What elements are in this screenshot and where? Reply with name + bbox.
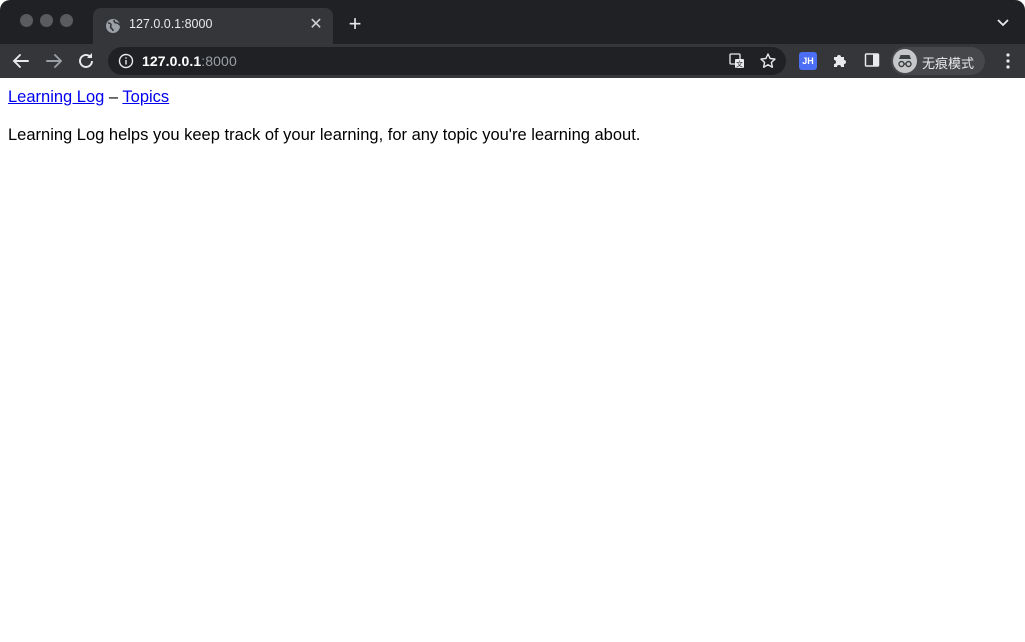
address-url: 127.0.0.1:8000 xyxy=(142,53,237,69)
translate-icon[interactable]: 文 xyxy=(728,52,746,70)
nav-separator: – xyxy=(104,88,123,106)
incognito-label: 无痕模式 xyxy=(922,57,975,72)
minimize-window-button[interactable] xyxy=(40,14,53,27)
browser-tab[interactable]: 127.0.0.1:8000 ✕ xyxy=(93,8,333,44)
globe-icon xyxy=(105,18,121,34)
tab-close-icon[interactable]: ✕ xyxy=(307,16,325,34)
incognito-icon xyxy=(893,49,917,73)
site-nav: Learning Log – Topics xyxy=(8,88,169,107)
new-tab-button[interactable]: + xyxy=(343,12,367,36)
tab-search-chevron-icon[interactable] xyxy=(995,14,1011,30)
page-description: Learning Log helps you keep track of you… xyxy=(8,126,641,144)
extensions-puzzle-icon[interactable] xyxy=(831,51,849,69)
topics-link[interactable]: Topics xyxy=(122,88,169,106)
page-content: Learning Log – Topics Learning Log helps… xyxy=(0,78,1025,642)
bookmark-star-icon[interactable] xyxy=(759,52,777,70)
home-link[interactable]: Learning Log xyxy=(8,88,104,106)
reload-icon[interactable] xyxy=(75,50,97,72)
svg-text:文: 文 xyxy=(736,60,743,69)
more-menu-icon[interactable] xyxy=(1005,52,1011,70)
site-info-icon[interactable] xyxy=(118,53,134,69)
close-window-button[interactable] xyxy=(20,14,33,27)
side-panel-icon[interactable] xyxy=(863,51,881,69)
browser-tabstrip: 127.0.0.1:8000 ✕ + xyxy=(0,0,1025,44)
address-port: :8000 xyxy=(201,53,237,69)
address-bar[interactable]: 127.0.0.1:8000 文 xyxy=(108,47,786,75)
browser-toolbar: 127.0.0.1:8000 文 JH 无痕模式 xyxy=(0,44,1025,78)
forward-arrow-icon[interactable] xyxy=(43,50,65,72)
maximize-window-button[interactable] xyxy=(60,14,73,27)
address-host: 127.0.0.1 xyxy=(142,53,202,69)
jh-extension-icon[interactable]: JH xyxy=(799,52,817,70)
tab-title: 127.0.0.1:8000 xyxy=(129,17,213,31)
incognito-profile-button[interactable]: 无痕模式 xyxy=(891,47,985,75)
back-arrow-icon[interactable] xyxy=(10,50,32,72)
